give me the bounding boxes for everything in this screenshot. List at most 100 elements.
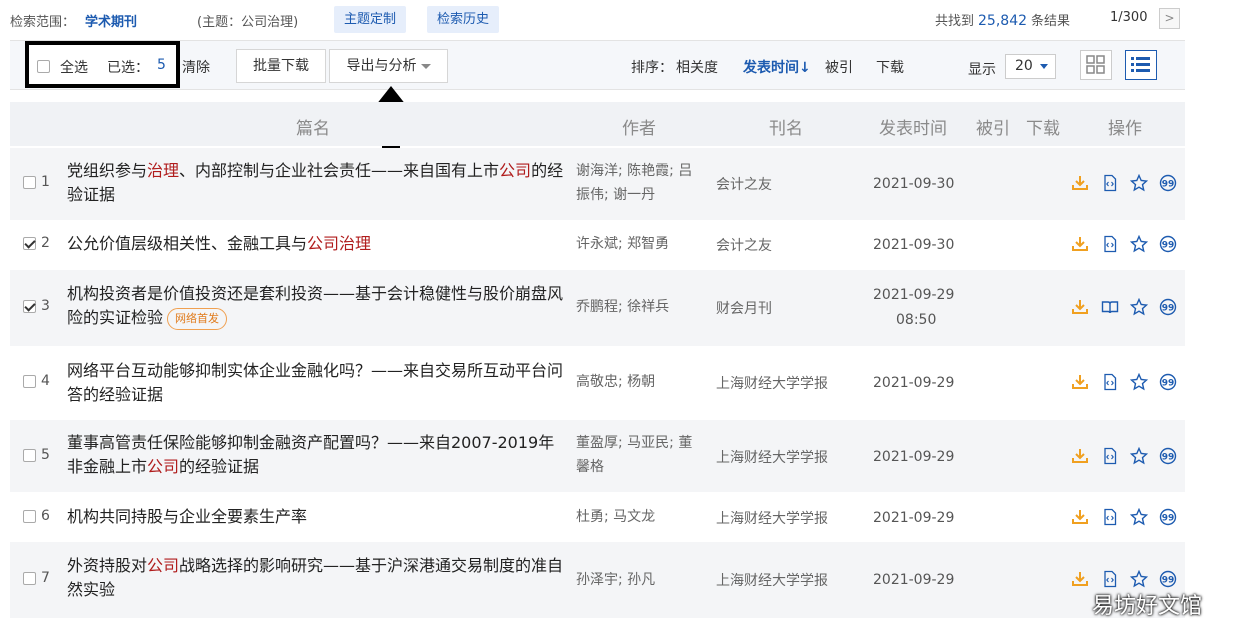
table-row: 5 董事高管责任保险能够抑制金融资产配置吗？——来自2007-2019年非金融上市… — [10, 420, 1185, 492]
article-date: 2021-09-29 — [873, 371, 963, 396]
page-size-select[interactable]: 20 — [1005, 54, 1056, 79]
title-text: 网络平台互动能够抑制实体企业金融化吗？——来自交易所互动平台问答的经验证据 — [67, 361, 564, 404]
article-source[interactable]: 上海财经大学学报 — [716, 373, 828, 393]
grid-view-button[interactable] — [1080, 50, 1112, 80]
article-source[interactable]: 会计之友 — [716, 235, 772, 255]
title-text: 外资持股对 — [67, 556, 148, 575]
select-all-label[interactable]: 全选 — [60, 57, 88, 77]
date-value: 2021-09-30 — [873, 176, 955, 192]
title-highlight: 公司 — [147, 556, 180, 575]
list-view-button[interactable] — [1125, 50, 1157, 80]
svg-text:99: 99 — [1162, 576, 1175, 586]
svg-text:99: 99 — [1162, 180, 1175, 190]
title-text: 的经验证据 — [179, 457, 260, 476]
article-title-link[interactable]: 网络平台互动能够抑制实体企业金融化吗？——来自交易所互动平台问答的经验证据 — [67, 359, 567, 407]
sort-relevance[interactable]: 相关度 — [676, 57, 718, 77]
article-source[interactable]: 会计之友 — [716, 174, 772, 194]
row-checkbox[interactable] — [23, 300, 36, 313]
article-authors[interactable]: 乔鹏程; 徐祥兵 — [576, 295, 706, 319]
row-actions: 99 — [1071, 447, 1181, 469]
row-number: 3 — [41, 298, 50, 314]
article-authors[interactable]: 许永斌; 郑智勇 — [576, 232, 706, 256]
batch-download-button[interactable]: 批量下载 — [236, 49, 326, 83]
sort-date[interactable]: 发表时间↓ — [743, 57, 811, 77]
select-all-checkbox[interactable] — [37, 60, 50, 73]
selected-count[interactable]: 5 — [157, 57, 166, 73]
page-indicator: 1/300 — [1110, 10, 1148, 25]
article-source[interactable]: 财会月刊 — [716, 298, 772, 318]
article-authors[interactable]: 谢海洋; 陈艳霞; 吕振伟; 谢一丹 — [576, 159, 706, 207]
col-download: 下载 — [1026, 119, 1060, 139]
svg-text:99: 99 — [1162, 514, 1175, 524]
next-page-button[interactable]: > — [1159, 8, 1180, 29]
col-title: 篇名 — [296, 119, 330, 139]
sort-download[interactable]: 下载 — [876, 57, 904, 77]
date-value: 2021-09-29 — [873, 375, 955, 391]
date-value: 2021-09-29 — [873, 572, 955, 588]
row-checkbox[interactable] — [23, 572, 36, 585]
found-count: 25,842 — [978, 13, 1028, 29]
table-row: 1 党组织参与治理、内部控制与企业社会责任——来自国有上市公司的经验证据 谢海洋; … — [10, 148, 1185, 220]
title-text: 、内部控制与企业社会责任——来自国有上市 — [179, 161, 500, 180]
row-number: 5 — [41, 447, 50, 463]
table-row: 7 外资持股对公司战略选择的影响研究——基于沪深港通交易制度的准自然实验 孙泽宇; … — [10, 542, 1185, 618]
result-count: 共找到 25,842 条结果 — [935, 10, 1070, 29]
row-checkbox[interactable] — [23, 375, 36, 388]
row-checkbox[interactable] — [23, 237, 36, 250]
article-title-link[interactable]: 机构共同持股与企业全要素生产率 — [67, 505, 567, 529]
article-date: 2021-09-30 — [873, 172, 963, 197]
article-title-link[interactable]: 公允价值层级相关性、金融工具与公司治理 — [67, 232, 567, 256]
clear-selection-link[interactable]: 清除 — [182, 57, 210, 77]
export-analyze-button[interactable]: 导出与分析 — [329, 49, 448, 83]
article-title-link[interactable]: 机构投资者是价值投资还是套利投资——基于会计稳健性与股价崩盘风险的实证检验 网络首… — [67, 282, 567, 330]
title-highlight: 公司 — [499, 161, 532, 180]
row-actions: 99 — [1071, 235, 1181, 257]
article-title-link[interactable]: 董事高管责任保险能够抑制金融资产配置吗？——来自2007-2019年非金融上市公… — [67, 431, 567, 479]
sort-label: 排序： — [631, 60, 673, 76]
title-text: 董事高管责任保险能够抑制金融资产配置吗？——来自2007-2019年非金融上市 — [67, 433, 555, 476]
row-actions: 99 — [1071, 373, 1181, 395]
scope-label: 检索范围： — [10, 15, 76, 30]
article-authors[interactable]: 董盈厚; 马亚民; 董馨格 — [576, 431, 706, 479]
article-authors[interactable]: 高敬忠; 杨朝 — [576, 370, 706, 394]
search-history-button[interactable]: 检索历史 — [427, 6, 500, 33]
title-text: 机构投资者是价值投资还是套利投资——基于会计稳健性与股价崩盘风险的实证检验 — [67, 284, 564, 327]
table-header: 篇名 作者 刊名 发表时间 被引 下载 操作 — [10, 102, 1185, 146]
article-source[interactable]: 上海财经大学学报 — [716, 447, 828, 467]
chevron-down-icon — [420, 63, 431, 69]
date-value: 2021-09-29 — [873, 287, 955, 303]
article-authors[interactable]: 孙泽宇; 孙凡 — [576, 568, 706, 592]
svg-text:99: 99 — [1162, 379, 1175, 389]
row-actions: 99 — [1071, 508, 1181, 530]
row-number: 2 — [41, 235, 50, 251]
article-authors[interactable]: 杜勇; 马文龙 — [576, 505, 706, 529]
article-date: 2021-09-30 — [873, 233, 963, 258]
row-actions: 99 — [1071, 298, 1181, 320]
row-checkbox[interactable] — [23, 176, 36, 189]
table-row: 6 机构共同持股与企业全要素生产率 杜勇; 马文龙 上海财经大学学报 2021-09-2… — [10, 494, 1185, 540]
row-checkbox[interactable] — [23, 510, 36, 523]
display-label: 显示 — [968, 62, 996, 78]
watermark: 易坊好文馆 — [1092, 594, 1203, 619]
selection-box: 全选 已选： 5 — [25, 41, 180, 88]
svg-text:99: 99 — [1162, 453, 1175, 463]
topic-custom-button[interactable]: 主题定制 — [334, 6, 407, 33]
date-value: 2021-09-29 — [873, 510, 955, 526]
row-number: 6 — [41, 508, 50, 524]
title-text: 党组织参与 — [67, 161, 148, 180]
svg-text:99: 99 — [1162, 241, 1175, 251]
sort-cited[interactable]: 被引 — [825, 57, 853, 77]
article-title-link[interactable]: 外资持股对公司战略选择的影响研究——基于沪深港通交易制度的准自然实验 — [67, 554, 567, 602]
article-date: 2021-09-29 — [873, 445, 963, 470]
row-checkbox[interactable] — [23, 449, 36, 462]
article-source[interactable]: 上海财经大学学报 — [716, 570, 828, 590]
article-source[interactable]: 上海财经大学学报 — [716, 508, 828, 528]
scope-value[interactable]: 学术期刊 — [85, 11, 137, 30]
table-row: 4 网络平台互动能够抑制实体企业金融化吗？——来自交易所互动平台问答的经验证据 高敬… — [10, 348, 1185, 418]
found-prefix: 共找到 — [935, 14, 975, 29]
article-title-link[interactable]: 党组织参与治理、内部控制与企业社会责任——来自国有上市公司的经验证据 — [67, 159, 567, 207]
article-date: 2021-09-29 — [873, 506, 963, 531]
row-actions: 99 — [1071, 174, 1181, 196]
title-text: 公允价值层级相关性、金融工具与 — [67, 234, 308, 253]
date-value: 2021-09-29 — [873, 449, 955, 465]
